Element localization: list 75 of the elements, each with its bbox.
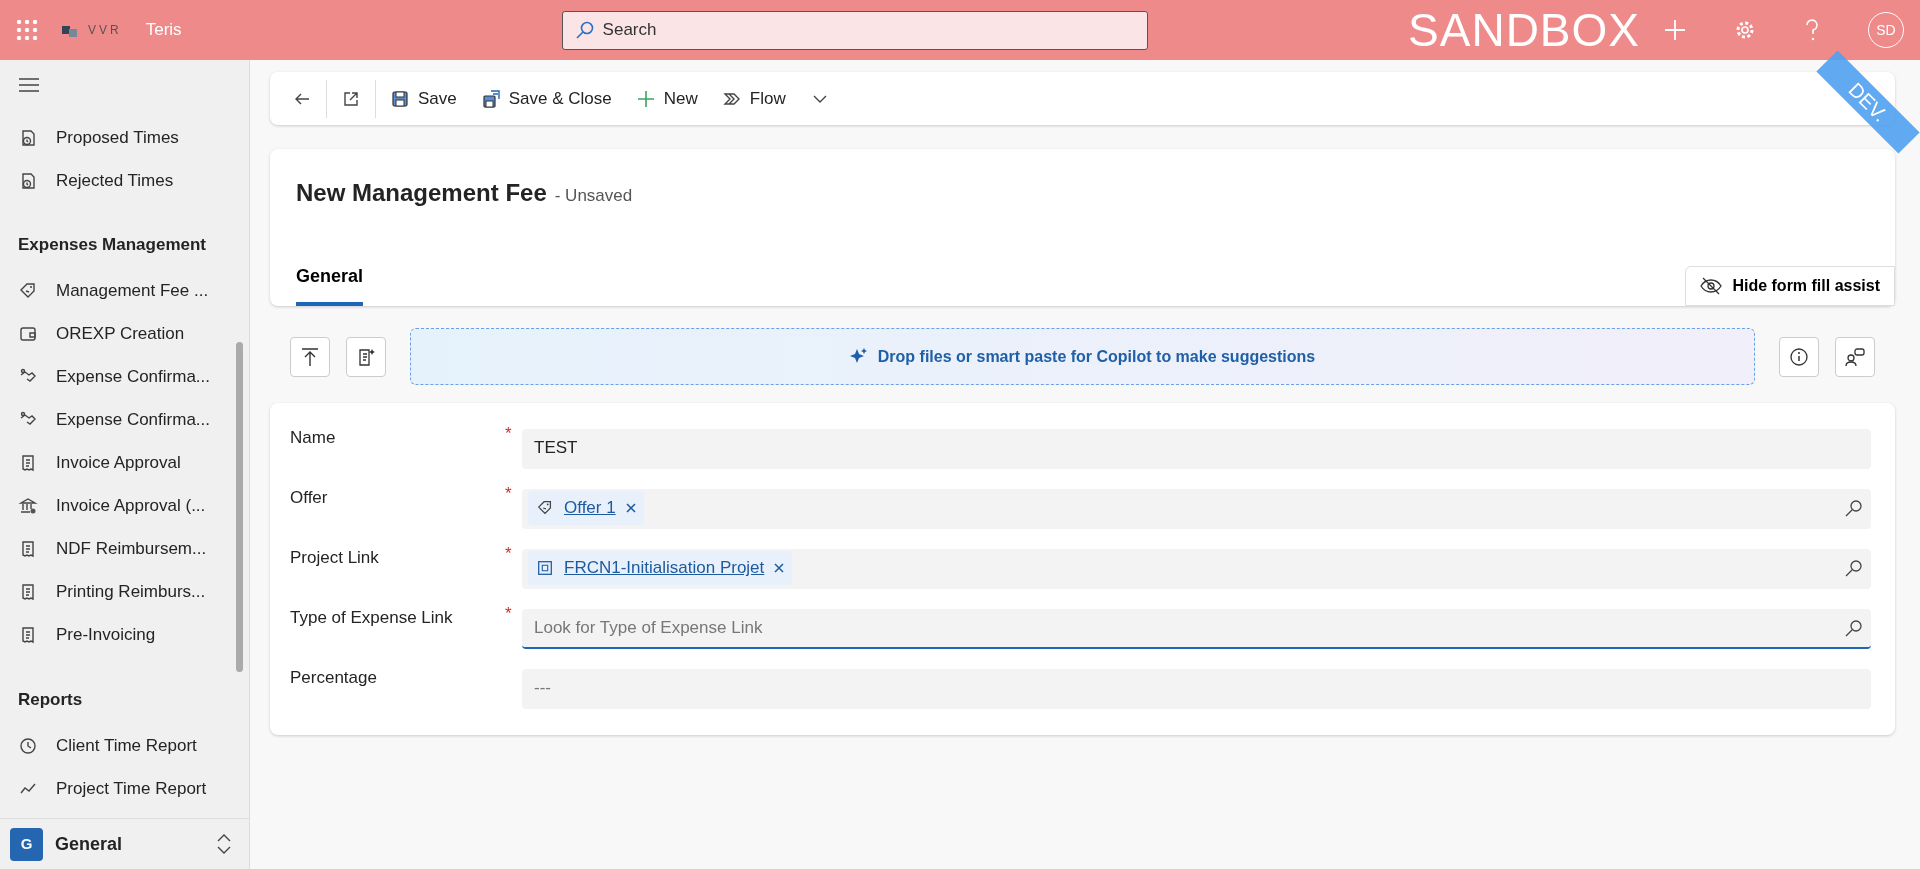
tag-icon [536, 499, 554, 517]
info-icon [1789, 346, 1809, 367]
lookup-field[interactable]: Look for Type of Expense Link [522, 609, 1871, 649]
smart-paste-button[interactable] [346, 336, 386, 377]
save-status: - Unsaved [554, 185, 633, 207]
upload-button[interactable] [290, 336, 330, 377]
sidebar-item-icon [18, 735, 38, 756]
flow-button[interactable]: Flow [711, 77, 796, 120]
plus-icon [635, 88, 656, 109]
required-mark: * [505, 543, 513, 565]
input-field[interactable]: --- [522, 669, 1871, 709]
field-label: Type of Expense Link [290, 607, 454, 629]
search-icon [574, 20, 595, 40]
scrollbar[interactable] [236, 342, 243, 672]
sidebar-item[interactable]: Proposed Times [0, 116, 249, 159]
search-icon[interactable] [1845, 559, 1863, 577]
search-icon[interactable] [1845, 619, 1863, 637]
remove-icon[interactable] [774, 563, 785, 573]
area-switcher[interactable]: G General [0, 818, 249, 869]
logo-text: VVR [88, 22, 122, 39]
sidebar-item[interactable]: NDF Reimbursem... [0, 527, 249, 571]
sidebar-item[interactable]: Management Fee ... [0, 269, 249, 313]
record-link[interactable]: Offer 1 [564, 495, 616, 521]
field-label: Offer [290, 487, 329, 509]
upload-icon [301, 346, 319, 367]
sidebar-item-icon [18, 324, 38, 344]
field-placeholder: Look for Type of Expense Link [534, 617, 764, 640]
lookup-field[interactable]: FRCN1-Initialisation Projet [522, 549, 1871, 589]
record-link[interactable]: FRCN1-Initialisation Projet [564, 555, 765, 581]
sidebar-section-title: Expenses Management [17, 234, 207, 256]
sidebar-item[interactable]: Pre-Invoicing [0, 613, 249, 657]
field-placeholder: --- [534, 677, 552, 700]
sidebar-item[interactable]: Invoice Approval (... [0, 484, 249, 528]
logo-icon [62, 23, 80, 37]
chat-button[interactable] [1835, 336, 1875, 377]
record-title: New Management Fee [296, 178, 547, 208]
up-down-icon [217, 833, 231, 855]
save-close-button[interactable]: Save & Close [470, 77, 622, 120]
clipboard-sparkle-icon [356, 346, 376, 367]
field-label: Name [290, 427, 337, 449]
sidebar-item-icon [18, 496, 38, 516]
people-chat-icon [1844, 346, 1866, 367]
input-field[interactable]: TEST [522, 429, 1871, 469]
field-label: Project Link [290, 547, 380, 569]
form-tab[interactable]: General [296, 263, 364, 306]
sidebar-item[interactable]: OREXP Creation [0, 312, 249, 356]
search-field[interactable]: Search [561, 10, 1148, 50]
environment-label: SANDBOX [1408, 2, 1640, 58]
floppy-disk-icon [480, 88, 501, 109]
sidebar-item[interactable]: Printing Reimburs... [0, 570, 249, 614]
area-initial: G [10, 827, 43, 861]
eye-off-icon [1700, 277, 1723, 295]
sidebar-item[interactable]: Client Time Report [0, 724, 249, 767]
save-button[interactable]: Save [380, 77, 467, 120]
field-value: TEST [534, 437, 579, 460]
new-button[interactable]: New [625, 77, 708, 120]
required-mark: * [505, 423, 513, 445]
search-icon[interactable] [1845, 499, 1863, 517]
sidebar-item[interactable]: Expense Confirma... [0, 398, 249, 442]
info-button[interactable] [1779, 336, 1819, 377]
hide-assist-button[interactable]: Hide form fill assist [1685, 266, 1895, 306]
sidebar-item[interactable]: Expense Confirma... [0, 355, 249, 399]
remove-icon[interactable] [625, 503, 636, 513]
copilot-drop-zone[interactable]: Drop files or smart paste for Copilot to make suggestions [410, 328, 1755, 385]
sidebar-item[interactable]: Rejected Times [0, 159, 249, 202]
field-label: Percentage [290, 667, 378, 689]
sidebar-item[interactable]: Invoice Approval [0, 441, 249, 485]
menu-icon[interactable] [18, 76, 40, 93]
search-placeholder: Search [602, 19, 657, 42]
required-mark: * [505, 483, 513, 505]
sidebar-section-title: Reports [17, 688, 84, 711]
lookup-field[interactable]: Offer 1 [522, 489, 1871, 529]
puzzle-icon [536, 559, 554, 577]
required-mark: * [505, 603, 513, 625]
sidebar-item[interactable]: Project Time Report [0, 767, 249, 810]
